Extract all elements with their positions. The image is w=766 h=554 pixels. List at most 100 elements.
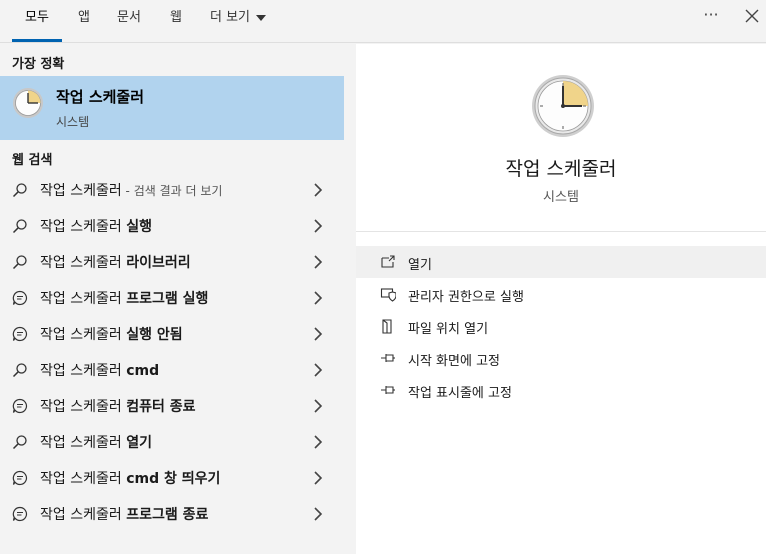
best-match-item[interactable]: 작업 스케줄러 시스템	[0, 76, 344, 140]
web-search-item[interactable]: 작업 스케줄러 실행 안됨	[0, 316, 344, 352]
query-prefix: 작업 스케줄러	[40, 363, 127, 379]
web-search-item-text: 작업 스케줄러 프로그램 종료	[40, 504, 208, 524]
query-suggestion: 실행 안됨	[126, 327, 183, 343]
chevron-right-icon[interactable]	[312, 362, 324, 378]
tab-all[interactable]: 모두	[12, 0, 62, 42]
query-prefix: 작업 스케줄러	[40, 183, 122, 199]
best-match-kind: 시스템	[56, 115, 90, 129]
query-suggestion: 열기	[126, 435, 152, 451]
chevron-right-icon[interactable]	[312, 218, 324, 234]
preview-pane: 작업 스케줄러 시스템 열기 관리자 권한으로 실행 파일 위치 열기 시작 화…	[356, 44, 766, 554]
pin-icon	[381, 386, 395, 394]
best-match-heading: 가장 정확	[12, 57, 65, 72]
search-icon	[12, 218, 28, 234]
search-icon	[12, 182, 28, 198]
clock-icon	[532, 75, 594, 137]
web-search-item-text: 작업 스케줄러 실행 안됨	[40, 324, 183, 344]
clock-icon	[13, 88, 43, 118]
divider	[356, 231, 766, 232]
action-open-file-location-label: 파일 위치 열기	[408, 322, 489, 337]
tab-more[interactable]: 더 보기	[202, 0, 274, 42]
chat-icon	[12, 398, 28, 414]
tab-web[interactable]: 웹	[160, 0, 192, 42]
web-search-item[interactable]: 작업 스케줄러 프로그램 종료	[0, 496, 344, 532]
chat-icon	[12, 470, 28, 486]
query-suggestion: cmd 창 띄우기	[126, 471, 221, 487]
web-search-item-text: 작업 스케줄러 프로그램 실행	[40, 288, 208, 308]
chat-icon	[12, 290, 28, 306]
chat-icon	[12, 326, 28, 342]
tab-documents-label: 문서	[117, 10, 141, 25]
tab-more-label: 더 보기	[209, 10, 250, 25]
close-button[interactable]	[742, 6, 762, 26]
file-location-icon	[382, 319, 392, 334]
web-search-item-text: 작업 스케줄러 라이브러리	[40, 252, 191, 272]
query-prefix: 작업 스케줄러	[40, 219, 127, 235]
web-search-item-text: 작업 스케줄러 실행	[40, 216, 152, 236]
web-search-item-text: 작업 스케줄러 열기	[40, 432, 152, 452]
open-icon	[381, 255, 395, 268]
chevron-right-icon[interactable]	[312, 506, 324, 522]
web-search-item[interactable]: 작업 스케줄러 cmd 창 띄우기	[0, 460, 344, 496]
search-icon	[12, 434, 28, 450]
query-suggestion: 컴퓨터 종료	[126, 399, 196, 415]
tab-web-label: 웹	[170, 10, 182, 25]
search-icon	[12, 254, 28, 270]
action-pin-to-start[interactable]: 시작 화면에 고정	[356, 342, 766, 374]
web-search-item[interactable]: 작업 스케줄러 컴퓨터 종료	[0, 388, 344, 424]
action-run-as-admin[interactable]: 관리자 권한으로 실행	[356, 278, 766, 310]
query-suggestion: 프로그램 종료	[126, 507, 209, 523]
more-options-button[interactable]: ···	[700, 4, 722, 30]
web-search-heading: 웹 검색	[12, 153, 53, 168]
web-search-item[interactable]: 작업 스케줄러 프로그램 실행	[0, 280, 344, 316]
chevron-right-icon[interactable]	[312, 470, 324, 486]
chevron-right-icon[interactable]	[312, 254, 324, 270]
chevron-right-icon[interactable]	[312, 398, 324, 414]
see-more-results-hint: - 검색 결과 더 보기	[121, 184, 223, 198]
search-icon	[12, 362, 28, 378]
action-open-file-location[interactable]: 파일 위치 열기	[356, 310, 766, 342]
pin-icon	[381, 354, 395, 362]
web-search-item[interactable]: 작업 스케줄러 라이브러리	[0, 244, 344, 280]
web-search-item-text: 작업 스케줄러 cmd 창 띄우기	[40, 468, 220, 488]
query-suggestion: 라이브러리	[126, 255, 191, 271]
chevron-right-icon[interactable]	[312, 290, 324, 306]
web-search-item-text: 작업 스케줄러 cmd	[40, 360, 159, 380]
search-scope-tabs: 모두 앱 문서 웹 더 보기 ···	[0, 0, 766, 43]
query-prefix: 작업 스케줄러	[40, 291, 127, 307]
tab-apps-label: 앱	[78, 10, 90, 25]
chevron-right-icon[interactable]	[312, 434, 324, 450]
web-search-item[interactable]: 작업 스케줄러 - 검색 결과 더 보기	[0, 172, 344, 208]
tab-all-label: 모두	[25, 10, 49, 25]
query-prefix: 작업 스케줄러	[40, 255, 127, 271]
close-icon	[745, 9, 759, 23]
web-search-item[interactable]: 작업 스케줄러 열기	[0, 424, 344, 460]
query-prefix: 작업 스케줄러	[40, 399, 127, 415]
best-match-name: 작업 스케줄러	[56, 88, 145, 106]
action-open[interactable]: 열기	[356, 246, 766, 278]
web-search-item-text: 작업 스케줄러 컴퓨터 종료	[40, 396, 195, 416]
query-suggestion: cmd	[126, 363, 160, 379]
action-pin-to-taskbar-label: 작업 표시줄에 고정	[408, 386, 512, 401]
query-suggestion: 프로그램 실행	[126, 291, 209, 307]
chevron-right-icon[interactable]	[312, 182, 324, 198]
query-suggestion: 실행	[126, 219, 152, 235]
tab-apps[interactable]: 앱	[68, 0, 100, 42]
preview-app-name: 작업 스케줄러	[505, 158, 617, 180]
chevron-right-icon[interactable]	[312, 326, 324, 342]
query-prefix: 작업 스케줄러	[40, 507, 127, 523]
chevron-down-icon	[256, 14, 266, 21]
query-prefix: 작업 스케줄러	[40, 471, 127, 487]
tab-documents[interactable]: 문서	[108, 0, 150, 42]
query-prefix: 작업 스케줄러	[40, 435, 127, 451]
query-prefix: 작업 스케줄러	[40, 327, 127, 343]
action-pin-to-taskbar[interactable]: 작업 표시줄에 고정	[356, 374, 766, 406]
shield-icon	[380, 288, 396, 302]
action-open-label: 열기	[408, 258, 432, 273]
web-search-item[interactable]: 작업 스케줄러 실행	[0, 208, 344, 244]
chat-icon	[12, 506, 28, 522]
web-search-item[interactable]: 작업 스케줄러 cmd	[0, 352, 344, 388]
preview-app-kind: 시스템	[543, 190, 579, 205]
web-search-item-text: 작업 스케줄러 - 검색 결과 더 보기	[40, 180, 222, 200]
action-pin-to-start-label: 시작 화면에 고정	[408, 354, 500, 369]
